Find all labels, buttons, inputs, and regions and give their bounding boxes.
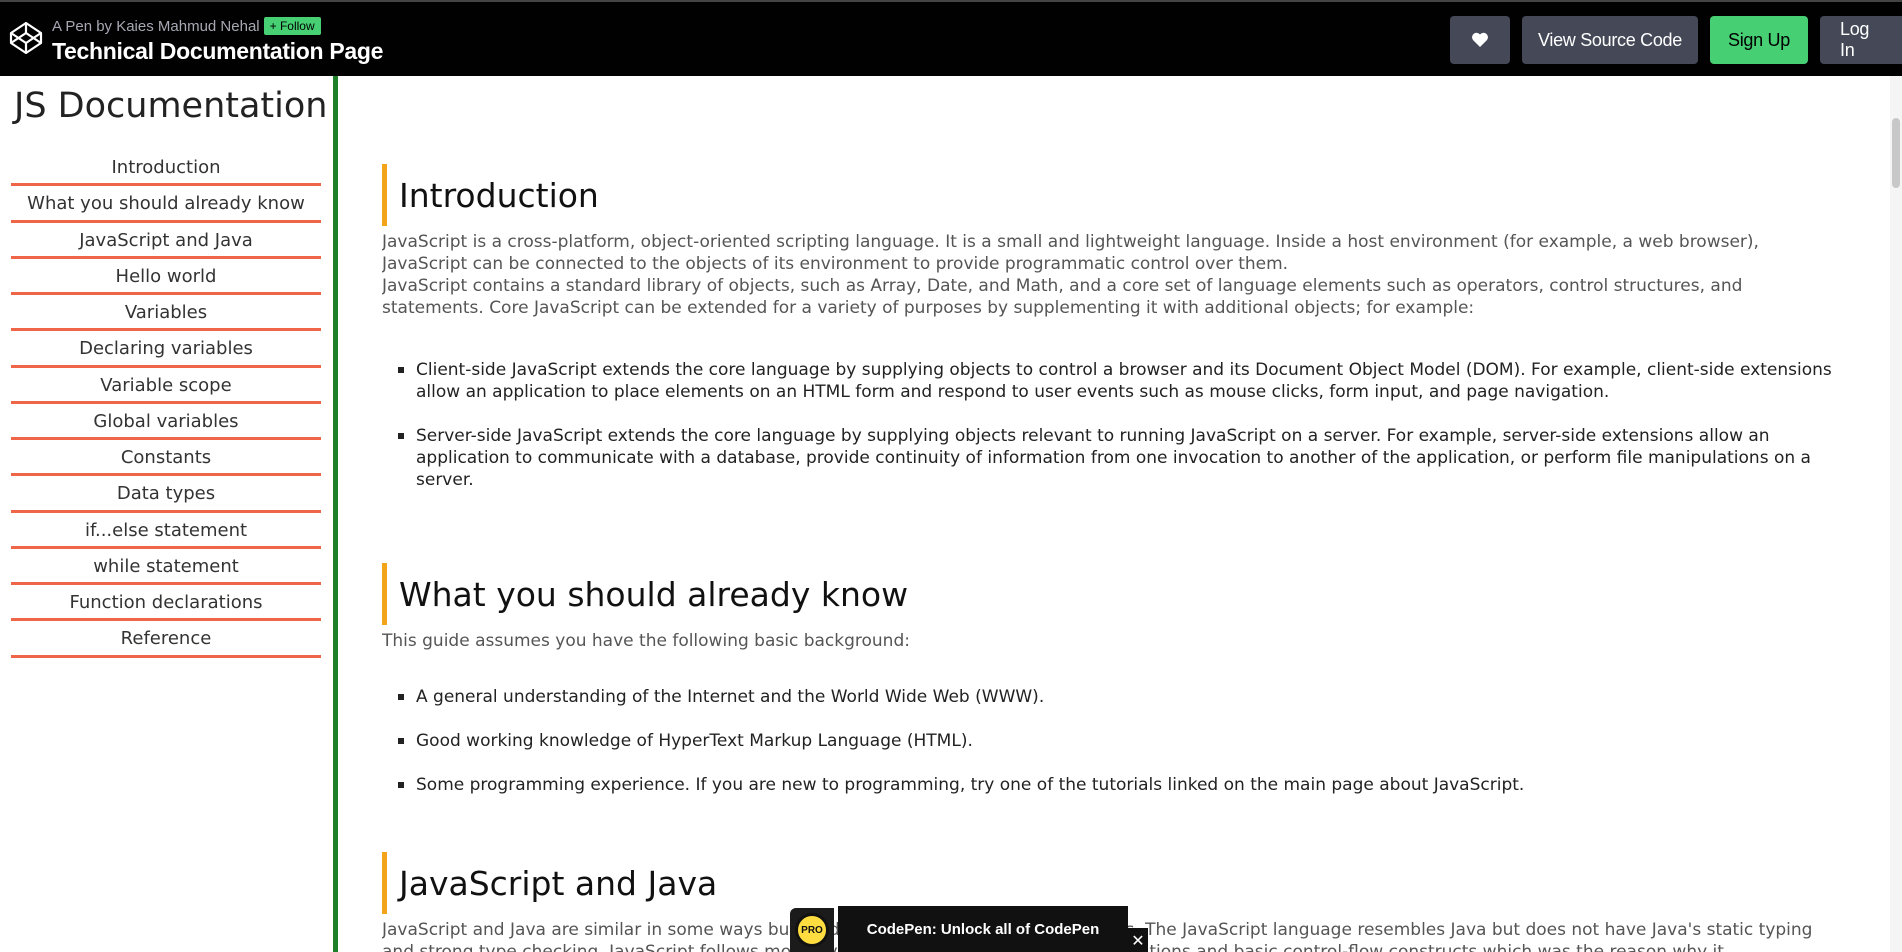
list-item: Good working knowledge of HyperText Mark… <box>398 730 1832 752</box>
signup-button[interactable]: Sign Up <box>1710 16 1808 64</box>
list-item: A general understanding of the Internet … <box>398 686 1832 708</box>
section-paragraph: JavaScript contains a standard library o… <box>382 276 1743 318</box>
pro-badge: PRO <box>790 908 834 952</box>
bullet-list: A general understanding of the Internet … <box>382 686 1832 796</box>
codepen-header: A Pen by Kaies Mahmud Nehal + Follow Tec… <box>0 0 1902 76</box>
page-scrollbar[interactable] <box>1890 76 1902 952</box>
pro-badge-icon: PRO <box>795 913 829 947</box>
header-actions: View Source Code Sign Up Log In <box>1450 16 1902 64</box>
section-header: What you should already know <box>382 563 1832 625</box>
sidebar-nav: JS Documentation Introduction What you s… <box>0 76 338 952</box>
section-what-you-should-already-know: What you should already know This guide … <box>382 563 1832 818</box>
codepen-logo-icon[interactable] <box>8 20 44 56</box>
section-header: Introduction <box>382 164 1832 226</box>
view-source-button[interactable]: View Source Code <box>1522 16 1698 64</box>
sidebar-item-function-declarations[interactable]: Function declarations <box>11 585 321 622</box>
bullet-list: Client-side JavaScript extends the core … <box>382 359 1832 491</box>
sidebar-item-global-variables[interactable]: Global variables <box>11 404 321 440</box>
follow-button[interactable]: + Follow <box>263 17 321 35</box>
pro-promo-link[interactable]: CodePen: Unlock all of CodePen <box>838 906 1128 952</box>
section-header: JavaScript and Java <box>382 852 1832 914</box>
close-icon[interactable]: ✕ <box>1128 928 1148 952</box>
sidebar-item-while-statement[interactable]: while statement <box>11 549 321 585</box>
section-paragraph: JavaScript is a cross-platform, object-o… <box>382 232 1759 274</box>
sidebar-item-introduction[interactable]: Introduction <box>11 150 321 187</box>
scrollbar-thumb[interactable] <box>1892 118 1900 188</box>
section-paragraph: This guide assumes you have the followin… <box>382 631 910 651</box>
sidebar-title: JS Documentation <box>14 86 328 126</box>
sidebar-item-reference[interactable]: Reference <box>11 621 321 658</box>
list-item: Client-side JavaScript extends the core … <box>398 359 1832 403</box>
pen-title: Technical Documentation Page <box>52 38 384 64</box>
login-button[interactable]: Log In <box>1820 16 1902 64</box>
main-content: Introduction JavaScript is a cross-platf… <box>382 76 1832 952</box>
pen-byline: A Pen by Kaies Mahmud Nehal + Follow <box>52 16 321 36</box>
sidebar-item-variable-scope[interactable]: Variable scope <box>11 368 321 404</box>
list-item: Server-side JavaScript extends the core … <box>398 425 1832 491</box>
list-item: Some programming experience. If you are … <box>398 774 1832 796</box>
sidebar-item-constants[interactable]: Constants <box>11 440 321 477</box>
nav-list: Introduction What you should already kno… <box>11 150 321 658</box>
pro-promo-popup: PRO CodePen: Unlock all of CodePen ✕ <box>790 906 1148 952</box>
sidebar-item-javascript-and-java[interactable]: JavaScript and Java <box>11 223 321 259</box>
sidebar-item-variables[interactable]: Variables <box>11 295 321 332</box>
sidebar-item-hello-world[interactable]: Hello world <box>11 259 321 295</box>
sidebar-item-declaring-variables[interactable]: Declaring variables <box>11 331 321 368</box>
plus-icon: + <box>269 19 280 33</box>
heart-icon <box>1472 32 1488 47</box>
author-byline[interactable]: A Pen by Kaies Mahmud Nehal <box>52 18 260 35</box>
sidebar-item-if-else-statement[interactable]: if...else statement <box>11 513 321 549</box>
like-button[interactable] <box>1450 16 1510 64</box>
section-introduction: Introduction JavaScript is a cross-platf… <box>382 164 1832 513</box>
follow-label: Follow <box>279 19 315 33</box>
sidebar-item-what-you-should-already-know[interactable]: What you should already know <box>11 186 321 223</box>
sidebar-item-data-types[interactable]: Data types <box>11 476 321 513</box>
